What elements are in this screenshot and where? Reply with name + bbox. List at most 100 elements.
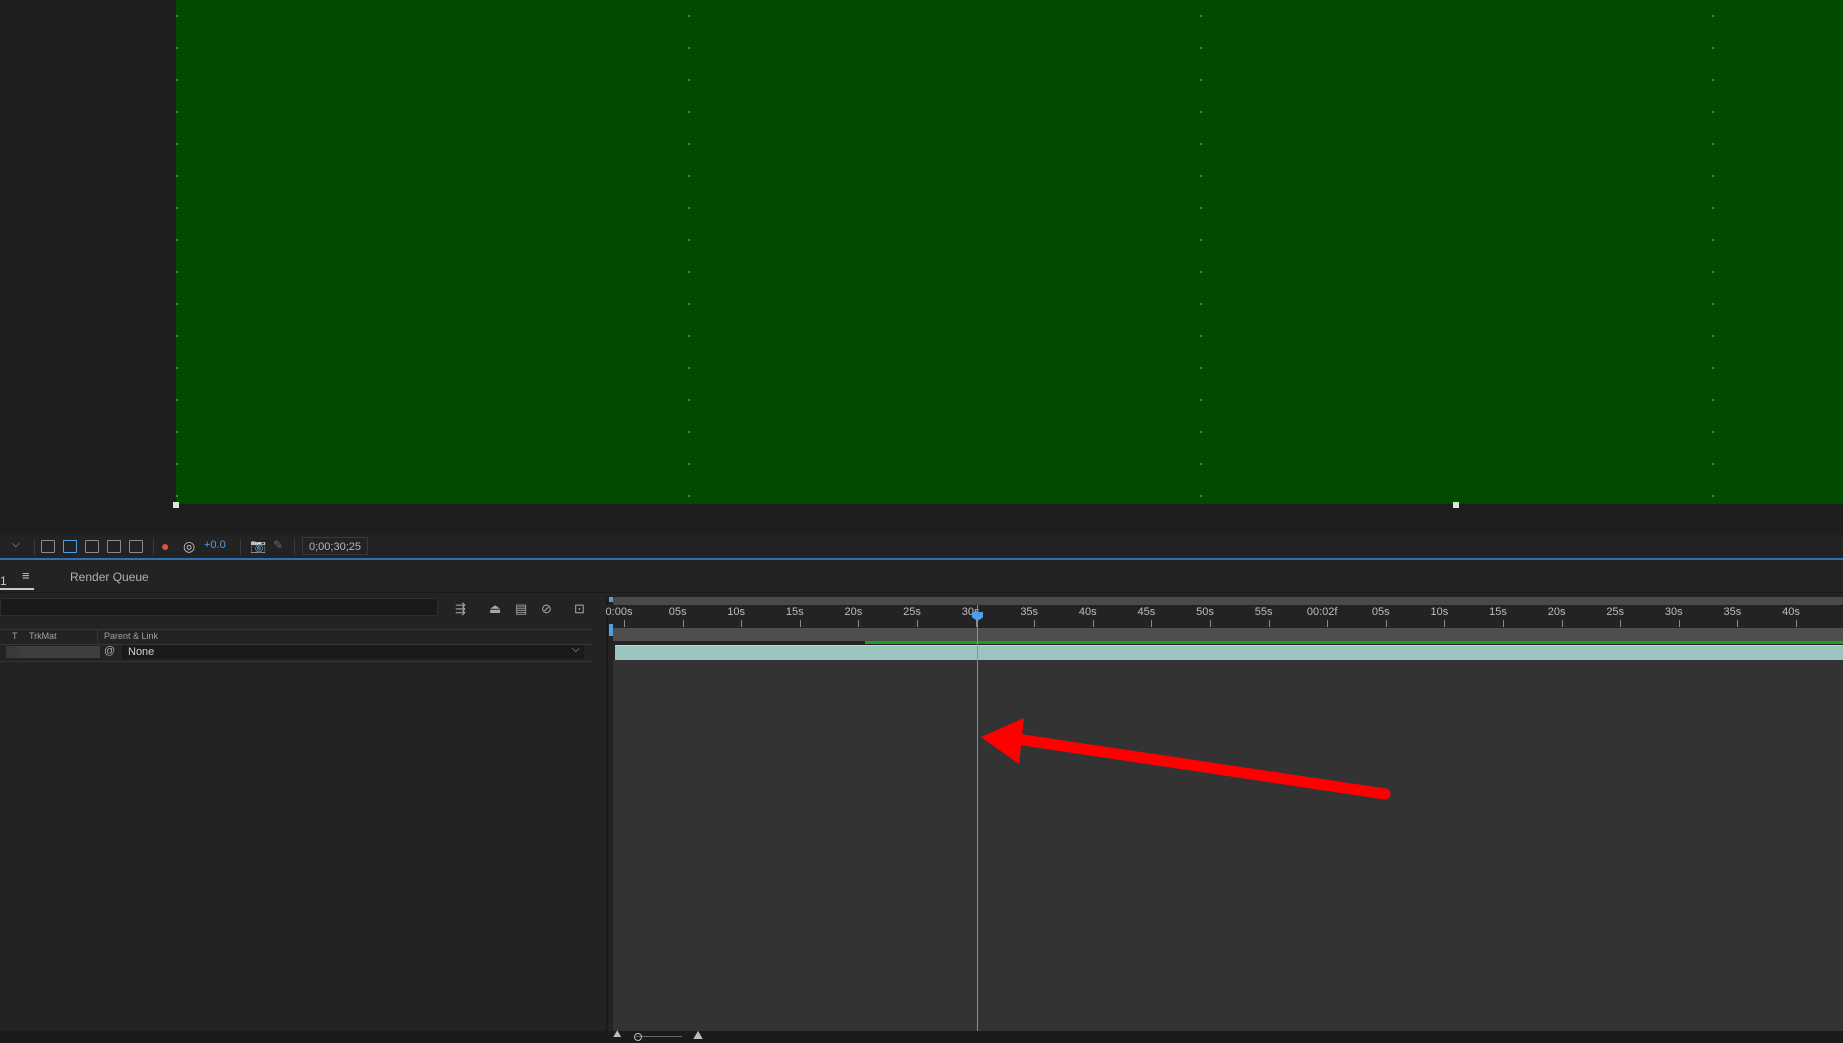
draft-3d-icon[interactable]: ⏏ — [489, 601, 501, 617]
panel-tab-bar: 1 ≡ Render Queue — [0, 562, 1843, 593]
ruler-tick — [1678, 620, 1680, 627]
column-header-trkmat[interactable]: TrkMat — [29, 631, 57, 641]
ruler-tick — [1268, 620, 1270, 627]
toolbar-separator — [294, 539, 295, 555]
fast-previews-icon[interactable] — [41, 540, 55, 553]
viewer-toolbar: ⌵ ● ◎ +0.0 📷 ✎ 0;00;30;25 — [0, 535, 1843, 559]
parent-select-value: None — [128, 646, 155, 658]
timeline-tab-partial[interactable]: 1 — [0, 574, 7, 588]
zoom-in-icon[interactable]: ⛰ — [693, 1028, 703, 1043]
transparency-grid-icon[interactable] — [63, 540, 77, 553]
comp-flowchart-icon[interactable]: ⇶ — [455, 601, 466, 617]
tab-render-queue[interactable]: Render Queue — [70, 570, 149, 584]
ruler-tick — [1737, 620, 1739, 627]
panel-focus-line — [0, 558, 1843, 560]
ruler-tick — [1327, 620, 1329, 627]
time-ruler[interactable]: 0:00s 05s 10s 15s 20s 25s 30s 35s 40s 45s 50s 55s 00… — [606, 605, 1843, 627]
ruler-tick-label: 10s — [727, 606, 746, 618]
ruler-tick-label: 25s — [1606, 606, 1625, 618]
work-area-start-marker[interactable] — [609, 597, 614, 637]
ruler-tick-label: 45s — [1137, 606, 1156, 618]
time-navigator-bar[interactable] — [613, 597, 1843, 605]
zoom-slider[interactable] — [636, 1036, 682, 1037]
layer-duration-bar[interactable] — [615, 645, 1843, 660]
ruler-tick — [682, 620, 684, 627]
ruler-tick-label: 15s — [1489, 606, 1507, 618]
region-of-interest-icon[interactable] — [107, 540, 121, 553]
timeline-track-area[interactable] — [613, 660, 1843, 1031]
current-time-display[interactable]: 0;00;30;25 — [302, 537, 368, 555]
active-tab-underline — [0, 588, 34, 590]
ruler-tick — [624, 620, 625, 627]
ruler-tick — [1151, 620, 1153, 627]
channel-rgb-icon[interactable]: ● — [161, 538, 169, 554]
ruler-tick — [1444, 620, 1446, 627]
ruler-tick-label: 35s — [1020, 606, 1039, 618]
ruler-tick — [799, 620, 801, 627]
ruler-tick-label: 25s — [903, 606, 921, 618]
parent-select[interactable]: None — [122, 645, 584, 659]
ruler-tick — [1620, 620, 1622, 627]
layer-bounding-handle[interactable] — [173, 502, 179, 508]
show-snapshot-icon[interactable]: ✎ — [273, 538, 283, 552]
ruler-tick — [1034, 620, 1036, 627]
ruler-tick — [1210, 620, 1211, 627]
ruler-tick — [1796, 620, 1797, 627]
hamburger-menu-icon[interactable]: ≡ — [22, 568, 30, 583]
zoom-slider-thumb[interactable] — [634, 1033, 642, 1041]
layer-row[interactable]: @ None ⌵ — [0, 644, 592, 662]
ruler-tick — [917, 620, 918, 627]
ruler-tick-label: 35s — [1723, 606, 1742, 618]
column-header-parent-link[interactable]: Parent & Link — [104, 631, 158, 641]
ruler-tick — [1385, 620, 1387, 627]
toolbar-separator — [153, 539, 154, 555]
column-header-t[interactable]: T — [12, 631, 18, 641]
ruler-tick-label: 05s — [1371, 606, 1390, 618]
pick-whip-icon[interactable]: @ — [104, 645, 115, 657]
grid-guide-line — [1200, 0, 1202, 504]
ruler-tick — [1561, 620, 1563, 627]
ruler-tick — [858, 620, 860, 627]
ruler-tick-label: 15s — [785, 606, 804, 618]
toolbar-separator — [240, 539, 241, 555]
ruler-tick-label: 20s — [844, 606, 863, 618]
track-matte-dropdown[interactable] — [6, 646, 20, 658]
ruler-tick-label: 50s — [1196, 606, 1214, 618]
composition-canvas[interactable] — [176, 0, 1843, 504]
timeline-bottom-bar: ⛰ ⛰ — [0, 1028, 1843, 1043]
exposure-value[interactable]: +0.0 — [204, 539, 226, 551]
zoom-out-icon[interactable]: ⛰ — [613, 1029, 621, 1040]
ruler-tick-label: 05s — [668, 606, 687, 618]
color-management-icon[interactable]: ◎ — [183, 538, 195, 555]
column-divider — [97, 630, 98, 644]
ruler-tick-label: 00:02f — [1306, 606, 1338, 618]
grid-guides-icon[interactable] — [129, 540, 143, 553]
grid-guide-line — [688, 0, 690, 504]
ruler-tick-label: 30s — [1664, 606, 1683, 618]
layer-search-input[interactable] — [0, 598, 438, 616]
snapshot-camera-icon[interactable]: 📷 — [250, 538, 266, 554]
mask-path-visibility-icon[interactable] — [85, 540, 99, 553]
grid-guide-line — [176, 0, 178, 504]
frame-blending-icon[interactable]: ⊘ — [541, 601, 552, 617]
track-matte-field[interactable] — [20, 646, 100, 658]
work-area-bar[interactable] — [613, 628, 1843, 641]
graph-editor-icon[interactable]: ⊡ — [574, 601, 585, 617]
ruler-tick-label: 20s — [1547, 606, 1566, 618]
ruler-tick-label: 10s — [1430, 606, 1449, 618]
chevron-down-icon[interactable]: ⌵ — [12, 539, 20, 550]
ruler-tick — [1092, 620, 1094, 627]
layer-bounding-handle[interactable] — [1453, 502, 1459, 508]
ruler-tick-label: 55s — [1254, 606, 1273, 618]
toolbar-separator — [34, 539, 35, 555]
hide-shy-layers-icon[interactable]: ▤ — [515, 601, 527, 617]
playhead-line[interactable] — [977, 605, 978, 1031]
chevron-down-icon[interactable]: ⌵ — [572, 644, 580, 655]
grid-guide-line — [1712, 0, 1714, 504]
cache-indicator — [865, 641, 1843, 644]
ruler-tick — [741, 620, 743, 627]
ruler-tick-label: 40s — [1078, 606, 1097, 618]
panel-divider[interactable] — [606, 598, 608, 1031]
timeline-column-headers: T TrkMat Parent & Link — [0, 629, 592, 645]
ruler-tick-label: 40s — [1782, 606, 1800, 618]
